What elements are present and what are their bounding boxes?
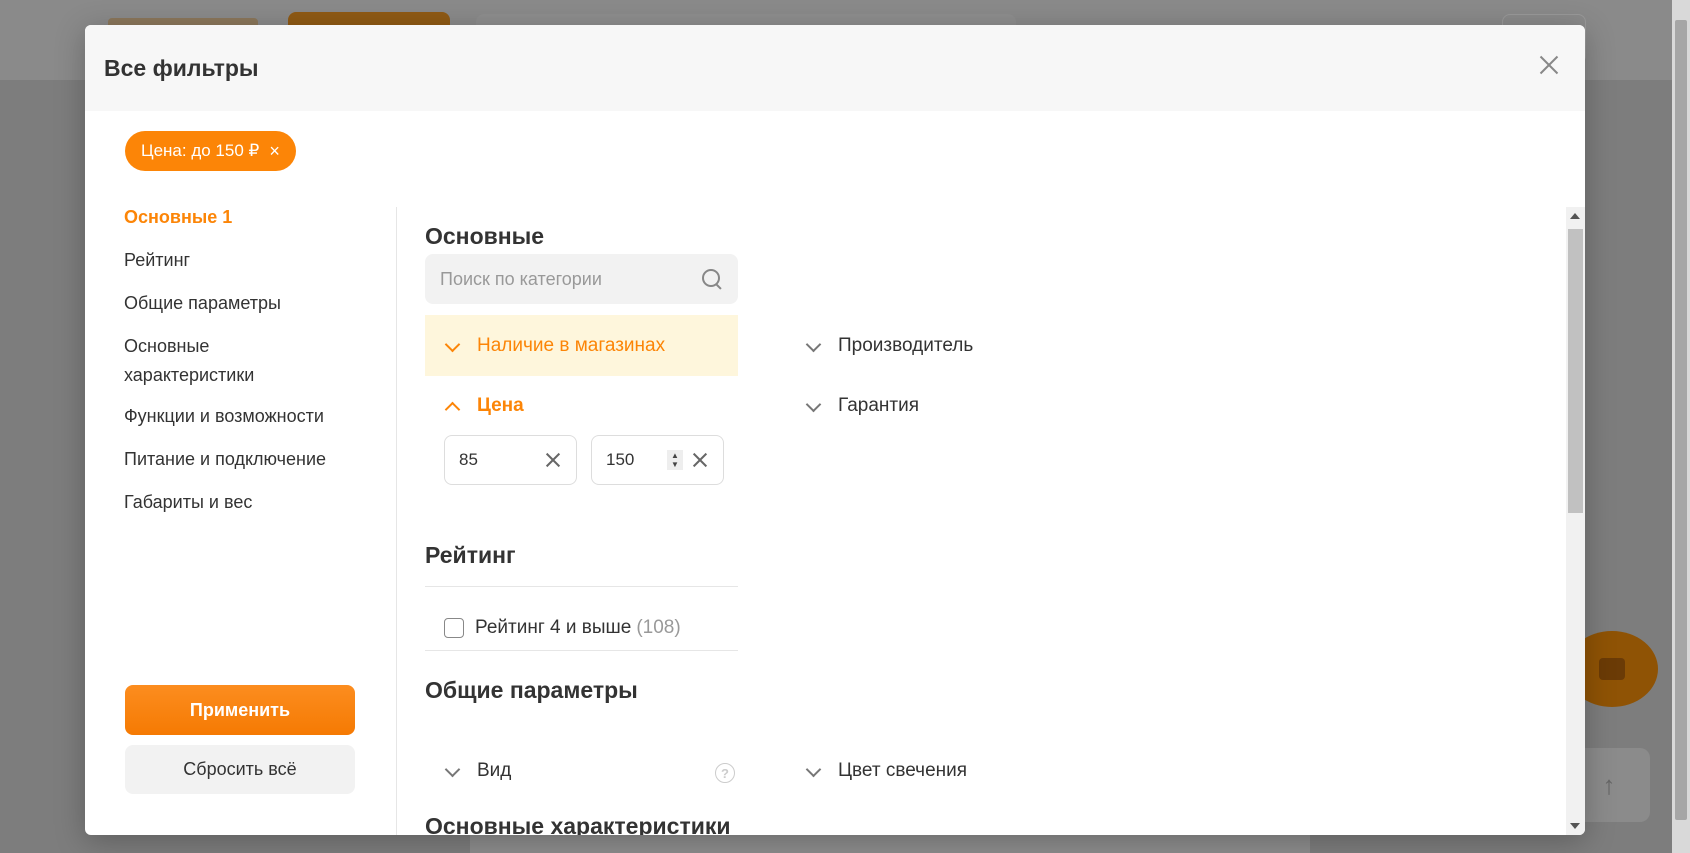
active-filter-chip[interactable]: Цена: до 150 ₽ ×	[125, 131, 296, 171]
section-title-characteristics: Основные характеристики	[425, 813, 731, 835]
filter-content: Основные Наличие в магазинах Производите…	[425, 205, 1585, 835]
category-search[interactable]	[425, 254, 738, 304]
filters-modal: Все фильтры Цена: до 150 ₽ × Основные 1 …	[85, 25, 1585, 835]
filter-nav: Основные 1 Рейтинг Общие параметры Основ…	[124, 203, 374, 531]
price-to-value[interactable]: 150	[606, 450, 667, 470]
modal-header: Все фильтры	[85, 25, 1585, 111]
price-from-field[interactable]: 85	[444, 435, 577, 485]
filter-price-label: Цена	[477, 395, 524, 416]
nav-item-general[interactable]: Общие параметры	[124, 289, 374, 318]
stepper-icon[interactable]: ▲ ▼	[667, 450, 683, 470]
chat-icon	[1599, 658, 1625, 680]
chevron-down-icon	[445, 339, 459, 353]
filter-warranty-label: Гарантия	[838, 395, 920, 416]
close-icon[interactable]	[1535, 51, 1563, 79]
nav-item-rating[interactable]: Рейтинг	[124, 246, 374, 275]
divider	[425, 650, 738, 651]
section-title-general: Общие параметры	[425, 677, 638, 703]
filter-availability-label: Наличие в магазинах	[477, 334, 666, 356]
rating-checkbox[interactable]	[444, 618, 464, 638]
nav-item-power[interactable]: Питание и подключение	[124, 445, 374, 474]
filter-glow-color[interactable]: Цвет свечения	[806, 760, 967, 782]
modal-scrollbar[interactable]	[1566, 207, 1585, 835]
chevron-up-icon	[445, 399, 459, 413]
help-icon[interactable]: ?	[715, 763, 735, 783]
chevron-down-icon	[806, 399, 820, 413]
filter-manufacturer-label: Производитель	[838, 335, 974, 356]
section-title-main: Основные	[425, 223, 545, 249]
clear-icon[interactable]	[691, 451, 709, 469]
modal-scrollbar-thumb[interactable]	[1568, 229, 1583, 513]
nav-item-characteristics[interactable]: Основные характеристики	[124, 332, 254, 390]
scroll-down-arrow-icon[interactable]	[1570, 823, 1580, 829]
filter-type-label: Вид	[477, 760, 512, 781]
vertical-divider	[396, 207, 397, 835]
filter-price[interactable]: Цена	[445, 395, 524, 417]
modal-title: Все фильтры	[104, 54, 259, 81]
category-search-input[interactable]	[440, 268, 701, 290]
filter-type[interactable]: Вид	[445, 760, 511, 782]
price-to-field[interactable]: 150 ▲ ▼	[591, 435, 724, 485]
chevron-down-icon	[445, 764, 459, 778]
reset-button[interactable]: Сбросить всё	[125, 745, 355, 794]
rating-option-label: Рейтинг 4 и выше	[475, 617, 632, 638]
price-from-value[interactable]: 85	[459, 450, 544, 470]
page-scrollbar[interactable]	[1672, 0, 1690, 853]
filter-warranty[interactable]: Гарантия	[806, 395, 919, 417]
page-scrollbar-thumb[interactable]	[1675, 20, 1687, 820]
scroll-up-arrow-icon[interactable]	[1570, 213, 1580, 219]
filter-availability[interactable]: Наличие в магазинах	[425, 315, 738, 376]
section-title-rating: Рейтинг	[425, 542, 516, 568]
search-icon[interactable]	[701, 268, 723, 290]
active-filter-chip-label: Цена: до 150 ₽	[141, 141, 260, 160]
filter-glow-color-label: Цвет свечения	[838, 760, 968, 781]
filter-manufacturer[interactable]: Производитель	[806, 335, 973, 357]
nav-item-dimensions[interactable]: Габариты и вес	[124, 488, 374, 517]
rating-option-count: (108)	[636, 617, 681, 638]
chevron-down-icon	[806, 764, 820, 778]
apply-button[interactable]: Применить	[125, 685, 355, 735]
divider	[425, 586, 738, 587]
nav-item-functions[interactable]: Функции и возможности	[124, 402, 374, 431]
clear-icon[interactable]	[544, 451, 562, 469]
rating-filter-option[interactable]: Рейтинг 4 и выше (108)	[444, 617, 681, 639]
nav-item-main[interactable]: Основные 1	[124, 203, 374, 232]
chevron-down-icon	[806, 339, 820, 353]
chip-close-icon[interactable]: ×	[269, 142, 280, 160]
